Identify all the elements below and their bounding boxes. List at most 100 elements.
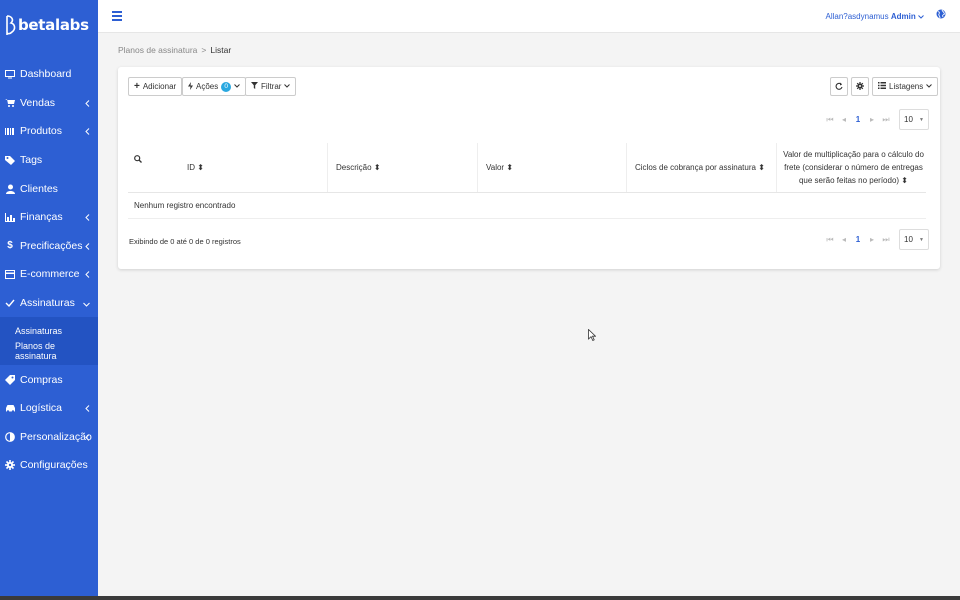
sidebar: betalabs Dashboard Vendas Produtos Tags …	[0, 0, 98, 596]
chevron-left-icon	[85, 212, 90, 224]
page-size-value: 10	[904, 115, 913, 124]
sidebar-item-label: Personalização	[20, 430, 92, 443]
prev-page-icon[interactable]: ◂	[837, 115, 851, 124]
filter-button[interactable]: Filtrar	[245, 77, 297, 96]
page-size-select[interactable]: 10 ▼	[899, 229, 929, 250]
refresh-button[interactable]	[830, 77, 848, 96]
sidebar-item-configuracoes[interactable]: Configurações	[0, 451, 98, 480]
user-name: Allan?asdynamus	[825, 12, 889, 21]
plus-icon: +	[134, 81, 140, 92]
sort-icon: ⬍	[506, 163, 514, 172]
submenu-item-planos-de-assinatura[interactable]: Planos de assinatura	[0, 341, 98, 361]
assinaturas-submenu: Assinaturas Planos de assinatura	[0, 317, 98, 366]
sidebar-item-label: Clientes	[20, 182, 58, 195]
next-page-icon[interactable]: ▸	[865, 235, 879, 244]
prev-page-icon[interactable]: ◂	[837, 235, 851, 244]
sidebar-item-personalizacao[interactable]: Personalização	[0, 423, 98, 452]
tags-icon	[4, 154, 16, 166]
breadcrumb-parent[interactable]: Planos de assinatura	[118, 45, 197, 55]
sidebar-item-ecommerce[interactable]: E-commerce	[0, 260, 98, 289]
sidebar-item-compras[interactable]: Compras	[0, 365, 98, 394]
sort-icon: ⬍	[373, 163, 381, 172]
list-card: + Adicionar Ações 0 Filtrar Listagens ⏮ …	[118, 67, 940, 269]
page-number[interactable]: 1	[851, 115, 865, 124]
dollar-icon: $	[7, 240, 13, 252]
sidebar-item-dashboard[interactable]: Dashboard	[0, 60, 98, 89]
page-size-value: 10	[904, 235, 913, 244]
storefront-icon	[4, 268, 16, 280]
sidebar-item-financas[interactable]: Finanças	[0, 203, 98, 232]
sort-icon: ⬍	[901, 176, 908, 185]
sidebar-item-label: E-commerce	[20, 268, 80, 281]
sidebar-item-tags[interactable]: Tags	[0, 146, 98, 175]
sidebar-item-label: Vendas	[20, 96, 56, 109]
actions-button-label: Ações	[196, 82, 219, 91]
page-number[interactable]: 1	[851, 235, 865, 244]
first-page-icon[interactable]: ⏮	[823, 115, 837, 125]
caret-down-icon: ▼	[919, 116, 924, 123]
column-header-descricao[interactable]: Descrição ⬍	[328, 143, 478, 192]
column-search[interactable]	[128, 143, 179, 192]
sidebar-item-vendas[interactable]: Vendas	[0, 89, 98, 118]
sidebar-item-produtos[interactable]: Produtos	[0, 117, 98, 146]
caret-down-icon: ▼	[919, 236, 924, 243]
globe-icon[interactable]	[936, 9, 946, 22]
sidebar-item-assinaturas[interactable]: Assinaturas	[0, 289, 98, 318]
brand-logo[interactable]: betalabs	[0, 0, 98, 50]
last-page-icon[interactable]: ⏭	[879, 235, 893, 245]
sidebar-item-label: Logística	[20, 402, 63, 415]
sidebar-item-label: Finanças	[20, 211, 63, 224]
settings-button[interactable]	[851, 77, 869, 96]
column-label: Valor	[486, 163, 505, 172]
logo-mark-icon	[6, 15, 16, 35]
chevron-down-icon	[234, 83, 241, 90]
breadcrumb: Planos de assinatura > Listar	[118, 45, 231, 55]
menu-toggle-icon[interactable]	[112, 11, 122, 21]
user-icon	[4, 183, 16, 195]
tag-icon	[4, 374, 16, 386]
add-button[interactable]: + Adicionar	[128, 77, 183, 96]
sidebar-item-label: Configurações	[20, 459, 88, 472]
cart-icon	[4, 97, 16, 109]
sidebar-item-label: Tags	[20, 154, 43, 167]
chevron-left-icon	[85, 98, 90, 110]
bar-chart-icon	[4, 211, 16, 223]
sidebar-item-label: Compras	[20, 373, 63, 386]
sidebar-item-label: Assinaturas	[20, 297, 75, 310]
brand-name: betalabs	[18, 16, 89, 34]
column-header-valor[interactable]: Valor ⬍	[478, 143, 627, 192]
page-size-select[interactable]: 10 ▼	[899, 109, 929, 130]
chevron-left-icon	[85, 269, 90, 281]
chevron-left-icon	[85, 432, 90, 444]
last-page-icon[interactable]: ⏭	[879, 115, 893, 125]
sort-icon: ⬍	[758, 163, 765, 172]
next-page-icon[interactable]: ▸	[865, 115, 879, 124]
chevron-left-icon	[85, 241, 90, 253]
pagination-bottom: ⏮ ◂ 1 ▸ ⏭ 10 ▼	[823, 229, 929, 250]
column-header-id[interactable]: ID ⬍	[179, 143, 328, 192]
mouse-cursor-icon	[588, 328, 597, 344]
filter-icon	[251, 82, 258, 91]
breadcrumb-current: Listar	[210, 45, 232, 55]
sidebar-item-precificacoes[interactable]: $ Precificações	[0, 232, 98, 261]
user-role: Admin	[890, 12, 916, 21]
listings-button[interactable]: Listagens	[872, 77, 939, 96]
topbar: Allan?asdynamus Admin	[98, 0, 960, 33]
data-table: ID ⬍ Descrição ⬍ Valor ⬍ Ciclos de cobra…	[128, 143, 926, 219]
user-menu[interactable]: Allan?asdynamus Admin	[825, 12, 924, 21]
barcode-icon	[4, 125, 16, 137]
column-header-ciclos[interactable]: Ciclos de cobrança por assinatura ⬍	[627, 143, 777, 192]
sidebar-item-clientes[interactable]: Clientes	[0, 174, 98, 203]
column-label: Descrição	[336, 163, 372, 172]
chevron-down-icon	[926, 83, 933, 90]
bolt-icon	[188, 81, 193, 92]
column-header-multiplicacao-frete[interactable]: Valor de multiplicação para o cálculo do…	[777, 143, 926, 192]
sidebar-item-label: Precificações	[20, 239, 83, 252]
sidebar-item-logistica[interactable]: Logística	[0, 394, 98, 423]
first-page-icon[interactable]: ⏮	[823, 235, 837, 245]
submenu-item-assinaturas[interactable]: Assinaturas	[0, 321, 98, 341]
filter-button-label: Filtrar	[261, 82, 282, 91]
pagination-top: ⏮ ◂ 1 ▸ ⏭ 10 ▼	[823, 109, 929, 130]
add-button-label: Adicionar	[142, 82, 177, 91]
actions-button[interactable]: Ações 0	[182, 77, 247, 96]
